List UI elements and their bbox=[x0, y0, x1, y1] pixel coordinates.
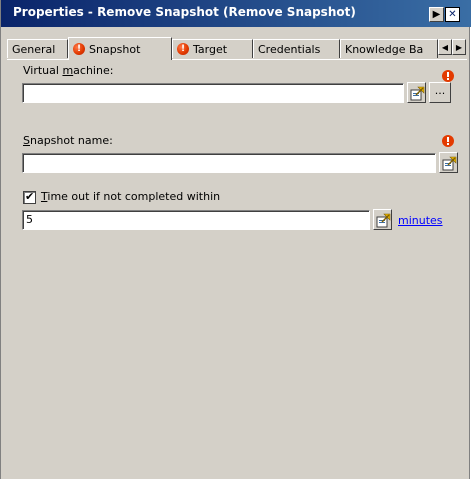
error-icon: ! bbox=[73, 43, 85, 55]
snapshot-panel: Virtual machine: ... Snapshot name: ✔ Ti… bbox=[9, 60, 464, 470]
checkmark-icon: ✔ bbox=[25, 190, 35, 203]
arrow-left-icon: ◀ bbox=[441, 42, 449, 52]
title-bar[interactable]: Properties - Remove Snapshot (Remove Sna… bbox=[1, 0, 471, 27]
published-data-icon bbox=[376, 213, 391, 228]
timeout-checkbox[interactable]: ✔ bbox=[23, 190, 36, 204]
minutes-link[interactable]: minutes bbox=[398, 214, 443, 227]
tab-snapshot[interactable]: ! Snapshot bbox=[68, 37, 172, 60]
timeout-label: Time out if not completed within bbox=[41, 190, 221, 203]
error-icon: ! bbox=[177, 43, 189, 55]
tab-credentials[interactable]: Credentials bbox=[253, 39, 340, 58]
virtual-machine-label: Virtual machine: bbox=[23, 64, 114, 77]
published-data-icon bbox=[442, 156, 457, 171]
snapshot-name-label: Snapshot name: bbox=[23, 134, 113, 147]
snapshot-name-input[interactable] bbox=[22, 153, 436, 173]
tab-general[interactable]: General bbox=[7, 39, 68, 58]
tab-label: Target bbox=[193, 42, 228, 56]
published-data-button[interactable] bbox=[373, 209, 392, 230]
tab-scroll-right-button[interactable]: ▶ bbox=[452, 39, 466, 55]
tab-scroll-left-button[interactable]: ◀ bbox=[438, 39, 452, 55]
error-icon bbox=[442, 135, 454, 147]
published-data-icon bbox=[410, 86, 425, 101]
tab-label: Knowledge Ba bbox=[345, 42, 424, 56]
tab-strip: General ! Snapshot ! Target Credentials … bbox=[7, 37, 467, 60]
timeout-value-input[interactable]: 5 bbox=[22, 210, 370, 230]
window-title: Properties - Remove Snapshot (Remove Sna… bbox=[13, 5, 356, 19]
published-data-button[interactable] bbox=[407, 82, 426, 103]
close-icon: ✕ bbox=[448, 8, 457, 20]
arrow-right-icon: ▶ bbox=[432, 8, 441, 20]
properties-dialog: Properties - Remove Snapshot (Remove Sna… bbox=[0, 0, 471, 479]
virtual-machine-input[interactable] bbox=[22, 83, 404, 103]
tab-target[interactable]: ! Target bbox=[172, 39, 253, 58]
error-icon bbox=[442, 70, 454, 82]
arrow-right-icon: ▶ bbox=[455, 42, 463, 52]
tab-knowledge-base[interactable]: Knowledge Ba bbox=[340, 39, 438, 58]
tab-label: General bbox=[12, 42, 56, 56]
tab-label: Snapshot bbox=[89, 42, 141, 56]
published-data-button[interactable] bbox=[439, 152, 458, 173]
close-button[interactable]: ✕ bbox=[445, 7, 460, 22]
browse-button[interactable]: ... bbox=[429, 82, 451, 103]
pin-button[interactable]: ▶ bbox=[429, 7, 444, 22]
tab-label: Credentials bbox=[258, 42, 321, 56]
